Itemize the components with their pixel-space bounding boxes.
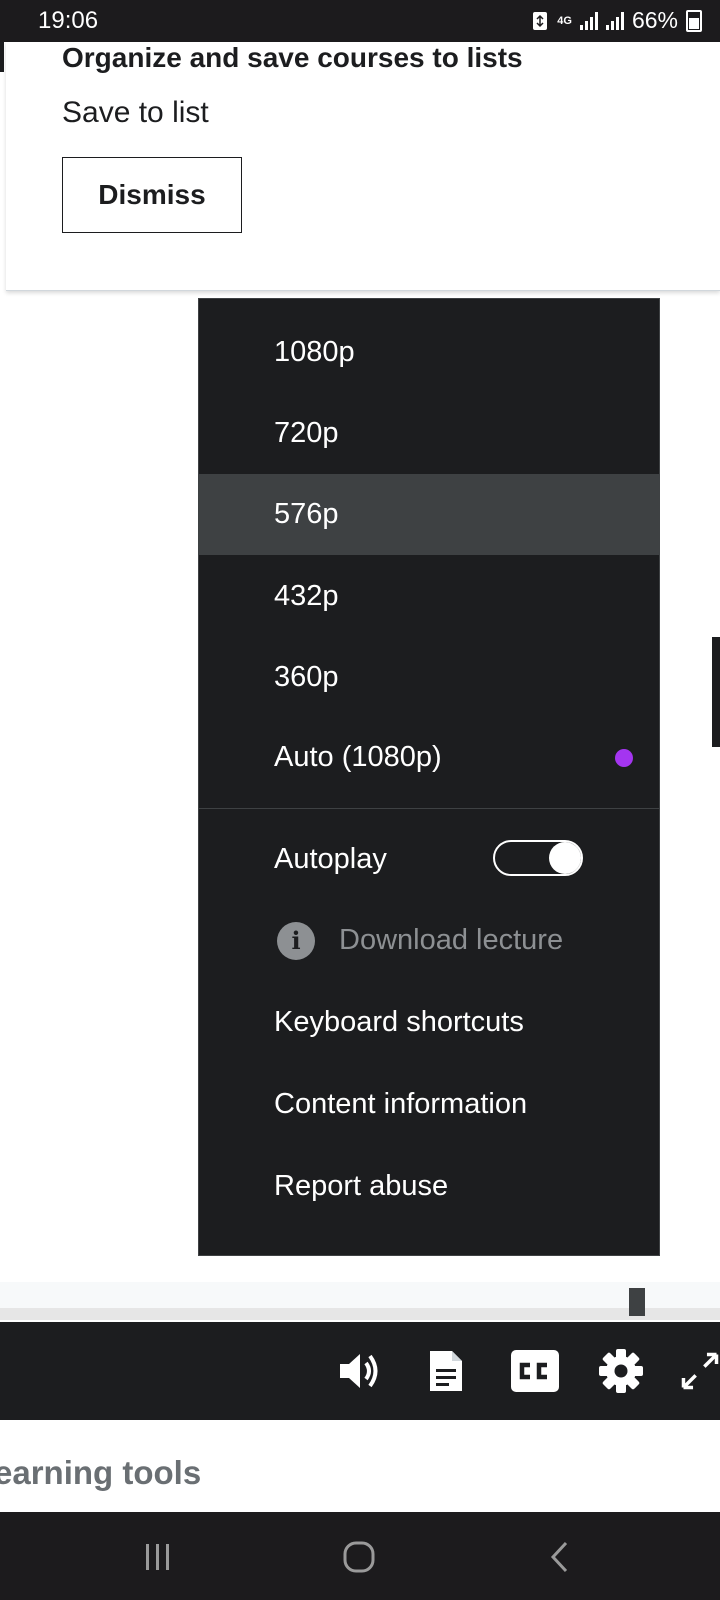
volume-icon — [340, 1354, 378, 1388]
download-lecture-item: i Download lecture — [199, 900, 659, 981]
settings-button[interactable] — [596, 1346, 646, 1396]
quality-label: 432p — [274, 580, 339, 612]
battery-percent: 66% — [631, 7, 678, 33]
settings-icon — [599, 1349, 643, 1393]
save-to-list-popup: Organize and save courses to lists Save … — [6, 42, 720, 291]
fullscreen-icon — [681, 1352, 719, 1390]
progress-track[interactable] — [0, 1308, 720, 1320]
popup-title: Organize and save courses to lists — [62, 42, 523, 73]
system-nav-bar — [0, 1512, 720, 1600]
learning-tools-tab[interactable]: earning tools — [0, 1454, 201, 1492]
side-marker — [712, 637, 720, 747]
current-quality-dot — [615, 748, 633, 767]
quality-option-auto[interactable]: Auto (1080p) — [199, 717, 659, 798]
popup-subtitle: Save to list — [62, 96, 209, 129]
quality-option-432p[interactable]: 432p — [199, 556, 659, 637]
dismiss-button[interactable]: Dismiss — [62, 157, 242, 233]
status-bar: 19:06 4G 66% — [0, 0, 720, 42]
back-icon — [550, 1541, 568, 1573]
signal-icon-2 — [605, 11, 624, 30]
recycle-icon — [533, 11, 548, 30]
captions-icon — [511, 1350, 559, 1392]
recent-apps-button[interactable] — [128, 1534, 188, 1580]
quality-label: Auto (1080p) — [274, 741, 442, 773]
info-icon: i — [277, 921, 315, 960]
home-button[interactable] — [329, 1534, 389, 1580]
status-icons: 4G 66% — [531, 7, 702, 34]
content-information-item[interactable]: Content information — [199, 1064, 659, 1145]
status-time: 19:06 — [38, 7, 99, 34]
content-information-label: Content information — [274, 1088, 528, 1120]
toggle-knob — [549, 842, 581, 874]
menu-divider — [199, 808, 659, 809]
quality-option-360p[interactable]: 360p — [199, 637, 659, 718]
page-edge — [0, 42, 4, 72]
learning-tools-section: earning tools — [0, 1420, 720, 1512]
fullscreen-button[interactable] — [680, 1346, 720, 1396]
network-type: 4G — [557, 14, 572, 27]
signal-icon — [579, 11, 598, 30]
keyboard-shortcuts-item[interactable]: Keyboard shortcuts — [199, 982, 659, 1063]
quality-option-1080p[interactable]: 1080p — [199, 312, 659, 393]
autoplay-label: Autoplay — [274, 843, 387, 875]
quality-option-576p[interactable]: 576p — [199, 474, 659, 555]
download-lecture-label: Download lecture — [339, 924, 564, 956]
keyboard-shortcuts-label: Keyboard shortcuts — [274, 1006, 524, 1038]
quality-label: 1080p — [274, 336, 355, 368]
captions-button[interactable] — [510, 1346, 560, 1396]
video-controls — [0, 1322, 720, 1420]
quality-label: 360p — [274, 661, 339, 693]
transcript-icon — [430, 1351, 462, 1391]
battery-icon — [686, 9, 702, 32]
recent-apps-icon — [146, 1544, 169, 1570]
report-abuse-item[interactable]: Report abuse — [199, 1146, 659, 1227]
quality-option-720p[interactable]: 720p — [199, 393, 659, 474]
progress-handle[interactable] — [629, 1288, 645, 1316]
quality-label: 720p — [274, 417, 339, 449]
autoplay-row[interactable]: Autoplay — [199, 819, 659, 900]
settings-menu: 1080p 720p 576p 432p 360p Auto (1080p) A… — [198, 298, 660, 1256]
home-icon — [343, 1541, 375, 1573]
quality-label: 576p — [274, 498, 339, 530]
volume-button[interactable] — [336, 1346, 386, 1396]
report-abuse-label: Report abuse — [274, 1170, 449, 1202]
back-button[interactable] — [530, 1534, 590, 1580]
autoplay-toggle[interactable] — [493, 840, 583, 876]
transcript-button[interactable] — [421, 1346, 471, 1396]
